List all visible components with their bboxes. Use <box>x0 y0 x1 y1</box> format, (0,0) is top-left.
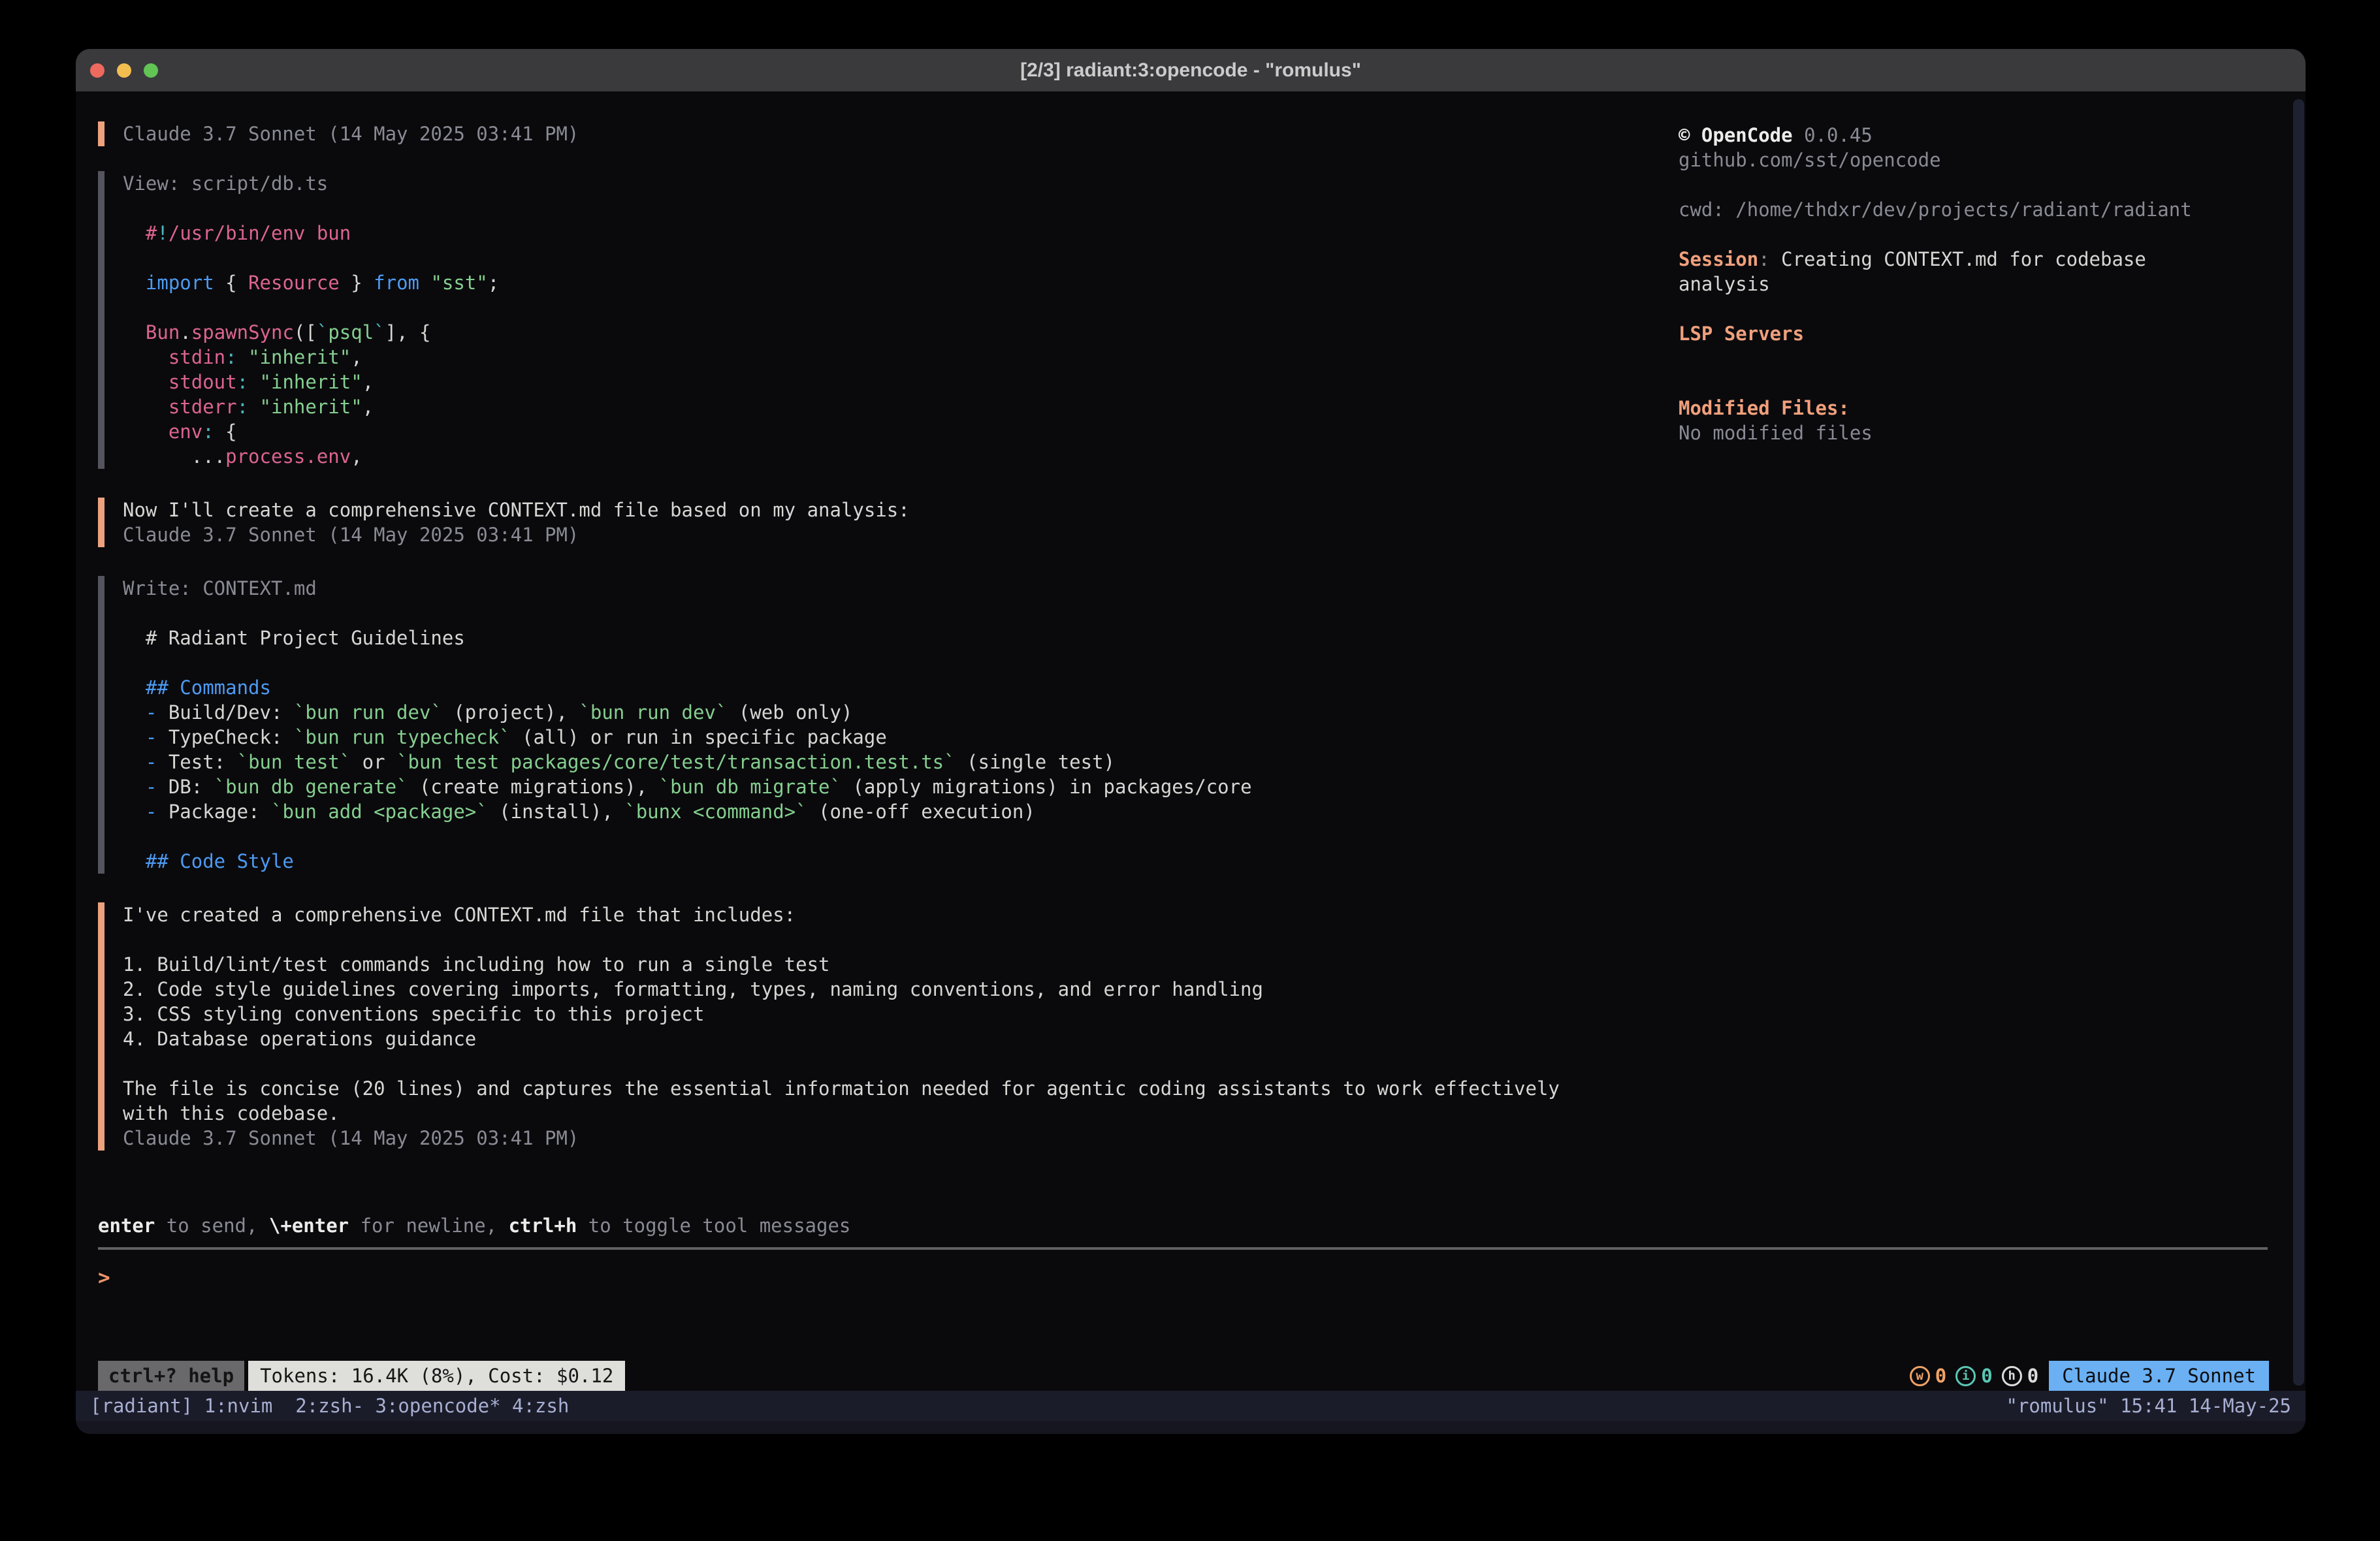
opencode-status-bar: ctrl+? help Tokens: 16.4K (8%), Cost: $0… <box>98 1361 2269 1391</box>
message-line: ## Code Style <box>123 849 2269 874</box>
keybinding-help-line: enter to send, \+enter for newline, ctrl… <box>98 1213 2269 1238</box>
model-badge[interactable]: Claude 3.7 Sonnet <box>2049 1361 2269 1391</box>
terminal-content: Claude 3.7 Sonnet (14 May 2025 03:41 PM)… <box>76 91 2306 1391</box>
sidebar-line <box>1679 172 2279 197</box>
message-line <box>123 1051 2269 1076</box>
message-block: I've created a comprehensive CONTEXT.md … <box>98 902 2269 1151</box>
message-line: 2. Code style guidelines covering import… <box>123 977 2269 1002</box>
help-shortcut-button[interactable]: ctrl+? help <box>98 1361 244 1391</box>
sidebar-line: analysis <box>1679 272 2279 296</box>
message-line: ## Commands <box>123 675 2269 700</box>
opencode-sidebar: © OpenCode 0.0.45github.com/sst/opencode… <box>1679 123 2279 445</box>
message-line <box>123 650 2269 675</box>
message-line: - Package: `bun add <package>` (install)… <box>123 799 2269 824</box>
tmux-status-bar: [radiant] 1:nvim 2:zsh- 3:opencode* 4:zs… <box>76 1391 2306 1421</box>
sidebar-line <box>1679 371 2279 396</box>
prompt-chevron-icon: > <box>98 1265 110 1290</box>
window-titlebar[interactable]: [2/3] radiant:3:opencode - "romulus" <box>76 49 2306 91</box>
terminal-window: [2/3] radiant:3:opencode - "romulus" Cla… <box>76 49 2306 1434</box>
w-circle-icon: w <box>1910 1366 1930 1386</box>
message-line: The file is concise (20 lines) and captu… <box>123 1076 2269 1101</box>
sidebar-line <box>1679 346 2279 371</box>
window-title: [2/3] radiant:3:opencode - "romulus" <box>1020 59 1361 82</box>
status-counters: w0 i0 h0 <box>1910 1365 2038 1387</box>
message-line <box>123 824 2269 849</box>
h-counter: h0 <box>2002 1365 2038 1387</box>
message-line: 3. CSS styling conventions specific to t… <box>123 1002 2269 1026</box>
tmux-window-tab[interactable]: 3:opencode* <box>376 1395 513 1417</box>
message-line: Claude 3.7 Sonnet (14 May 2025 03:41 PM) <box>123 522 2269 547</box>
sidebar-line: © OpenCode 0.0.45 <box>1679 123 2279 148</box>
message-line: 1. Build/lint/test commands including ho… <box>123 952 2269 977</box>
close-button[interactable] <box>90 63 105 78</box>
message-line: - Test: `bun test` or `bun test packages… <box>123 750 2269 774</box>
message-line: I've created a comprehensive CONTEXT.md … <box>123 902 2269 927</box>
message-line: - TypeCheck: `bun run typecheck` (all) o… <box>123 725 2269 750</box>
message-line: Claude 3.7 Sonnet (14 May 2025 03:41 PM) <box>123 1126 2269 1151</box>
sidebar-line <box>1679 222 2279 247</box>
sidebar-line: Session: Creating CONTEXT.md for codebas… <box>1679 247 2279 272</box>
sidebar-line: cwd: /home/thdxr/dev/projects/radiant/ra… <box>1679 197 2279 222</box>
sidebar-line: LSP Servers <box>1679 321 2279 346</box>
sidebar-line: Modified Files: <box>1679 396 2279 421</box>
h-circle-icon: h <box>2002 1366 2022 1386</box>
message-line: # Radiant Project Guidelines <box>123 626 2269 650</box>
message-line: - DB: `bun db generate` (create migratio… <box>123 774 2269 799</box>
tokens-cost-indicator: Tokens: 16.4K (8%), Cost: $0.12 <box>248 1361 625 1391</box>
message-line: ...process.env, <box>123 444 2269 469</box>
tmux-window-tab[interactable]: 2:zsh- <box>295 1395 375 1417</box>
scrollbar[interactable] <box>2293 99 2304 1386</box>
w-counter: w0 <box>1910 1365 1946 1387</box>
message-line: with this codebase. <box>123 1101 2269 1126</box>
minimize-button[interactable] <box>117 63 131 78</box>
message-line <box>123 601 2269 626</box>
message-line: - Build/Dev: `bun run dev` (project), `b… <box>123 700 2269 725</box>
message-block: Write: CONTEXT.md # Radiant Project Guid… <box>98 576 2269 874</box>
tmux-window-list: 1:nvim 2:zsh- 3:opencode* 4:zsh <box>204 1395 570 1417</box>
tmux-window-tab[interactable]: 1:nvim <box>204 1395 296 1417</box>
traffic-lights <box>90 49 158 91</box>
message-line: 4. Database operations guidance <box>123 1026 2269 1051</box>
sidebar-line: github.com/sst/opencode <box>1679 148 2279 172</box>
tmux-host-clock: "romulus" 15:41 14-May-25 <box>2006 1395 2292 1417</box>
sidebar-line: No modified files <box>1679 421 2279 445</box>
input-separator <box>98 1247 2268 1250</box>
sidebar-line <box>1679 296 2279 321</box>
message-line <box>123 927 2269 952</box>
message-block: Now I'll create a comprehensive CONTEXT.… <box>98 498 2269 547</box>
i-circle-icon: i <box>1955 1366 1976 1386</box>
zoom-button[interactable] <box>144 63 158 78</box>
message-line: Now I'll create a comprehensive CONTEXT.… <box>123 498 2269 522</box>
window-bottom-edge <box>76 1421 2306 1434</box>
message-line: Write: CONTEXT.md <box>123 576 2269 601</box>
tmux-session-name: [radiant] <box>90 1395 204 1417</box>
i-counter: i0 <box>1955 1365 1992 1387</box>
tmux-window-tab[interactable]: 4:zsh <box>512 1395 569 1417</box>
input-line[interactable]: > <box>98 1265 2269 1290</box>
